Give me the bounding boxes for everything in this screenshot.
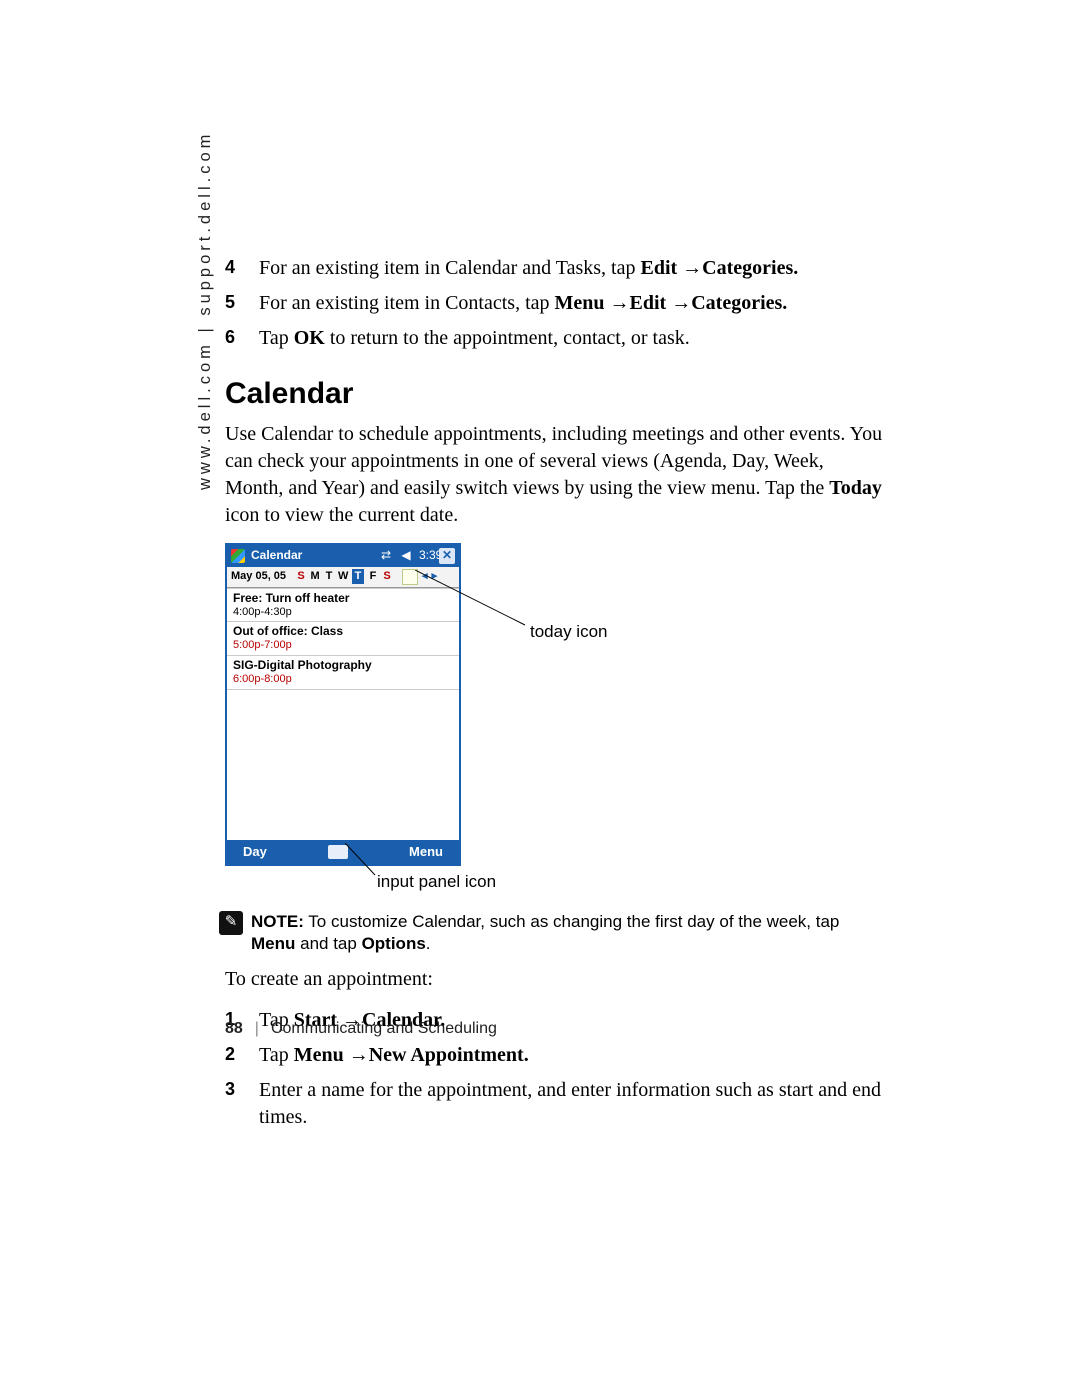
list-item: 5 For an existing item in Contacts, tap …: [225, 290, 885, 317]
step-text: Enter a name for the appointment, and en…: [259, 1079, 881, 1128]
intro-suffix: icon to view the current date.: [225, 504, 458, 526]
list-item: 2 Tap Menu →New Appointment.: [225, 1042, 885, 1069]
appt-time: 5:00p-7:00p: [233, 639, 453, 653]
step-body: Enter a name for the appointment, and en…: [259, 1077, 885, 1131]
device-softkey-bar: Day Menu: [227, 840, 459, 864]
step-number: 6: [225, 325, 259, 352]
step-text: Tap: [259, 1044, 294, 1066]
chapter-name: Communicating and Scheduling: [271, 1020, 497, 1038]
step-body: For an existing item in Contacts, tap Me…: [259, 290, 885, 317]
footer-separator: |: [255, 1020, 259, 1038]
step-bold: OK: [294, 327, 325, 349]
list-item: 6 Tap OK to return to the appointment, c…: [225, 325, 885, 352]
step-number: 3: [225, 1077, 259, 1131]
callout-input-panel-label: input panel icon: [377, 871, 496, 894]
note-mid: and tap: [295, 934, 361, 953]
note-block: ✎ NOTE: To customize Calendar, such as c…: [219, 911, 885, 957]
note-label: NOTE:: [251, 912, 304, 931]
step-number: 2: [225, 1042, 259, 1069]
callout-line-today: [415, 570, 535, 635]
calendar-screenshot-figure: Calendar ⇄ ◀ 3:39 ✕ May 05, 05 S M T W T…: [225, 543, 885, 903]
step-bold: Edit →Categories.: [641, 257, 799, 279]
dow-tue[interactable]: T: [324, 569, 334, 584]
create-intro: To create an appointment:: [225, 966, 885, 993]
note-body: NOTE: To customize Calendar, such as cha…: [251, 911, 885, 957]
softkey-left[interactable]: Day: [243, 843, 267, 861]
step-number: 4: [225, 255, 259, 282]
intro-paragraph: Use Calendar to schedule appointments, i…: [225, 421, 885, 529]
section-heading: Calendar: [225, 374, 885, 415]
dow-fri[interactable]: F: [368, 569, 378, 584]
note-bold-1: Menu: [251, 934, 295, 953]
step-bold: Menu →New Appointment.: [294, 1044, 529, 1066]
intro-bold: Today: [829, 477, 882, 499]
step-suffix: to return to the appointment, contact, o…: [325, 327, 690, 349]
volume-icon[interactable]: ◀: [399, 547, 413, 563]
clock-time: 3:39: [419, 547, 433, 563]
list-item: 4 For an existing item in Calendar and T…: [225, 255, 885, 282]
step-text: For an existing item in Contacts, tap: [259, 292, 555, 314]
page-content: 4 For an existing item in Calendar and T…: [225, 255, 885, 1153]
step-body: Tap Menu →New Appointment.: [259, 1042, 885, 1069]
note-bold-2: Options: [362, 934, 426, 953]
dow-wed[interactable]: W: [338, 569, 348, 584]
step-bold: Menu →Edit →Categories.: [555, 292, 788, 314]
dow-sun[interactable]: S: [296, 569, 306, 584]
note-icon: ✎: [219, 911, 243, 935]
step-text: For an existing item in Calendar and Tas…: [259, 257, 641, 279]
appt-subject: SIG-Digital Photography: [233, 658, 453, 673]
step-body: Tap OK to return to the appointment, con…: [259, 325, 885, 352]
list-item[interactable]: SIG-Digital Photography 6:00p-8:00p: [227, 656, 459, 690]
side-url-text: www.dell.com | support.dell.com: [196, 131, 215, 490]
dow-thu-active[interactable]: T: [352, 569, 364, 584]
sync-icon[interactable]: ⇄: [379, 547, 393, 563]
page-number: 88: [225, 1020, 243, 1038]
step-body: For an existing item in Calendar and Tas…: [259, 255, 885, 282]
close-icon[interactable]: ✕: [439, 548, 455, 564]
intro-text: Use Calendar to schedule appointments, i…: [225, 423, 882, 499]
window-title: Calendar: [251, 547, 373, 563]
start-icon[interactable]: [231, 549, 245, 563]
dow-sat[interactable]: S: [382, 569, 392, 584]
top-steps-list: 4 For an existing item in Calendar and T…: [225, 255, 885, 352]
empty-space: [227, 690, 459, 840]
step-text: Tap: [259, 327, 294, 349]
dow-mon[interactable]: M: [310, 569, 320, 584]
list-item: 3 Enter a name for the appointment, and …: [225, 1077, 885, 1131]
callout-today-label: today icon: [530, 621, 608, 644]
step-number: 5: [225, 290, 259, 317]
softkey-right[interactable]: Menu: [409, 843, 443, 861]
note-pre: To customize Calendar, such as changing …: [304, 912, 840, 931]
current-date: May 05, 05: [231, 569, 286, 584]
page-footer: 88 | Communicating and Scheduling: [225, 1020, 497, 1038]
appt-time: 6:00p-8:00p: [233, 673, 453, 687]
device-titlebar: Calendar ⇄ ◀ 3:39 ✕: [227, 545, 459, 567]
note-end: .: [426, 934, 431, 953]
